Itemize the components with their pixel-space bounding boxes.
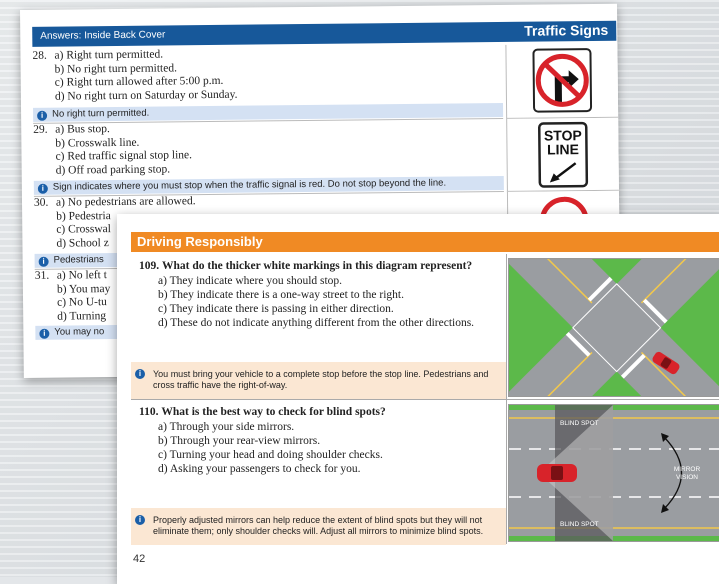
option-a: a) No pedestrians are allowed.	[55, 195, 196, 209]
intersection-diagram	[476, 187, 719, 468]
option-a: a) Right turn permitted.	[54, 48, 164, 62]
explanation-text: Properly adjusted mirrors can help reduc…	[153, 515, 484, 536]
option-a: a) Through your side mirrors.	[158, 421, 295, 433]
front-page-header: Driving Responsibly	[131, 232, 719, 252]
option-c: c) Turning your head and doing shoulder …	[158, 449, 383, 461]
back-page-header: Answers: Inside Back Cover Traffic Signs	[32, 20, 617, 47]
option-b: b) They indicate there is a one-way stre…	[158, 289, 404, 301]
info-icon: i	[37, 110, 48, 121]
question-number: 110.	[139, 406, 159, 418]
blind-spot-diagram: BLIND SPOT BLIND SPOT MIRROR VISION	[508, 404, 719, 542]
answer-text: Sign indicates where you must stop when …	[52, 177, 447, 193]
option-a: a) Bus stop.	[55, 123, 110, 136]
car-icon	[537, 464, 577, 482]
question-110: 110. What is the best way to check for b…	[131, 400, 506, 545]
info-icon: i	[37, 183, 48, 194]
vision-label: VISION	[675, 474, 699, 481]
question-text: What is the best way to check for blind …	[161, 406, 386, 418]
option-d: d) Asking your passengers to check for y…	[158, 463, 361, 475]
question-number: 31.	[34, 269, 50, 282]
option-d: d) These do not indicate anything differ…	[158, 317, 475, 329]
stop-line-sign-cell: STOP LINE	[506, 117, 619, 192]
page-number: 42	[133, 553, 146, 565]
info-icon: i	[135, 369, 145, 379]
arrow-icon	[549, 162, 577, 183]
answer-text: Pedestrians	[53, 254, 104, 266]
no-right-turn-sign-icon	[532, 48, 593, 113]
question-28: 28. a) Right turn permitted. b) No right …	[32, 44, 504, 124]
mirror-vision-label: MIRROR VISION	[667, 466, 707, 482]
info-icon: i	[38, 256, 49, 267]
info-icon: i	[135, 515, 145, 525]
question-number: 28.	[32, 49, 47, 62]
answer-text: No right turn permitted.	[52, 107, 150, 120]
header-answers-note: Answers: Inside Back Cover	[40, 29, 166, 42]
question-109: 109. What do the thicker white markings …	[131, 254, 506, 399]
question-number: 29.	[33, 123, 48, 136]
blind-spot-label-top: BLIND SPOT	[560, 420, 599, 427]
option-b: b) Through your rear-view mirrors.	[158, 435, 321, 447]
info-icon: i	[39, 328, 50, 339]
answer-text: You may no	[54, 326, 105, 338]
question-29: 29. a) Bus stop. b) Crosswalk line. c) Re…	[33, 118, 504, 197]
explanation-band: i You must bring your vehicle to a compl…	[131, 362, 506, 399]
option-c: c) They indicate there is passing in eit…	[158, 303, 394, 315]
section-title: Driving Responsibly	[137, 234, 263, 249]
question-number: 109.	[139, 260, 160, 272]
question-text: What do the thicker white markings in th…	[162, 260, 473, 272]
header-section-title: Traffic Signs	[524, 21, 609, 39]
explanation-band: i Properly adjusted mirrors can help red…	[131, 508, 506, 545]
no-right-turn-sign-cell	[505, 43, 619, 119]
front-page: Driving Responsibly 109. What do the thi…	[117, 187, 719, 584]
blind-spot-label-bottom: BLIND SPOT	[560, 521, 599, 528]
intersection-illustration	[476, 187, 719, 468]
option-a: a) They indicate where you should stop.	[158, 275, 343, 287]
question-number: 30.	[33, 196, 49, 209]
mirror-label: MIRROR	[673, 466, 701, 473]
option-a: a) No left t	[56, 269, 107, 282]
explanation-text: You must bring your vehicle to a complet…	[153, 369, 489, 390]
